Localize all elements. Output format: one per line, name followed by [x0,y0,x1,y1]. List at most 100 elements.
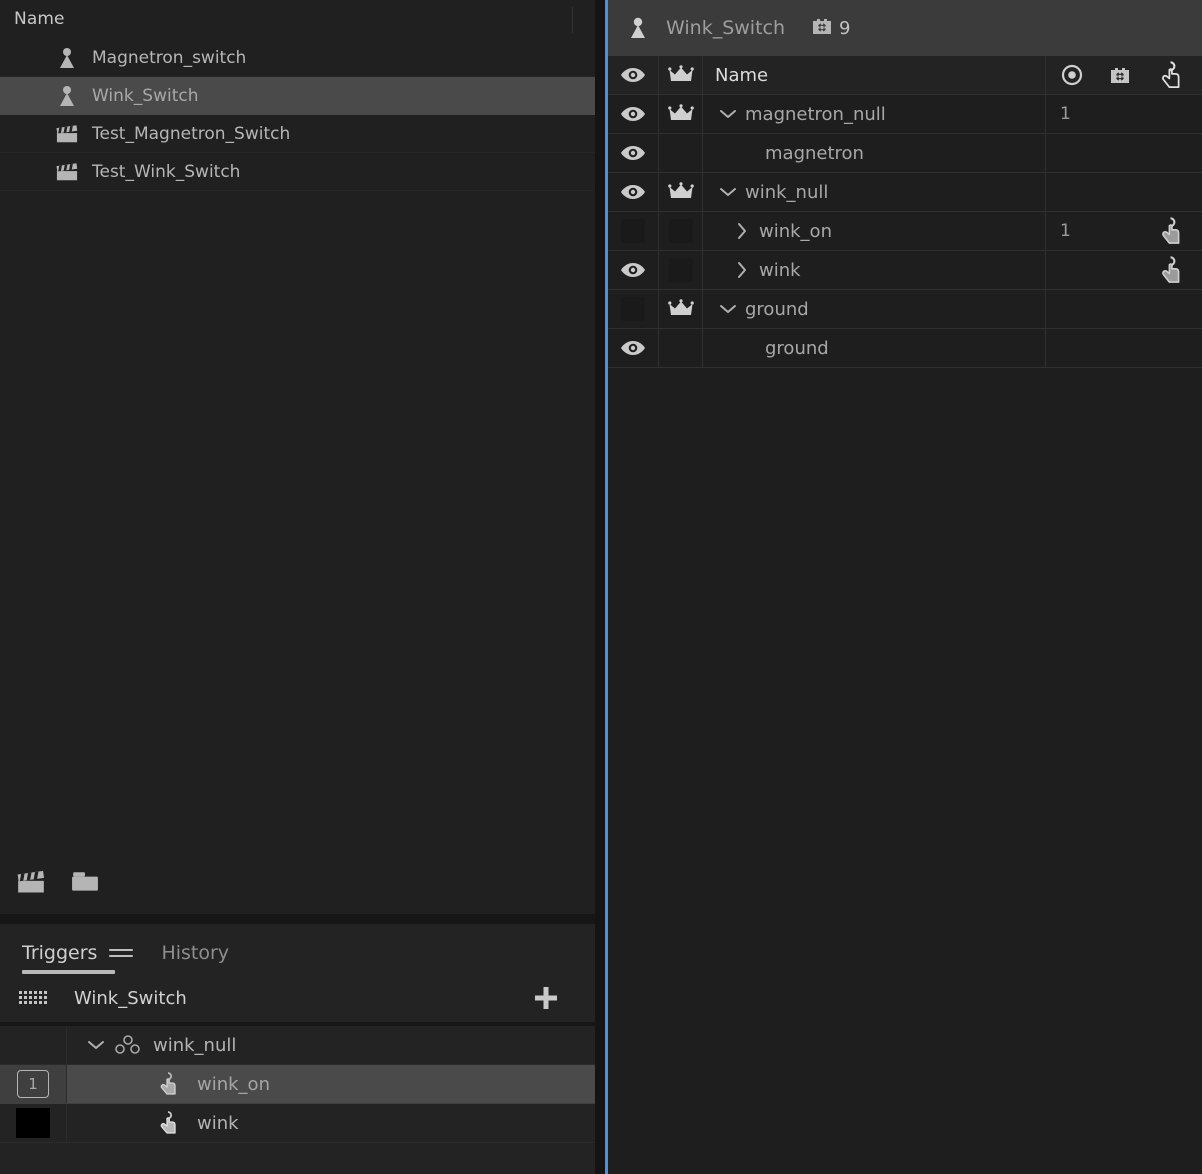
row-visibility-toggle[interactable] [608,95,659,133]
hierarchy-header: Wink_Switch 9 [608,0,1202,56]
visibility-off-box-icon [621,219,645,243]
assets-name-column-header[interactable]: Name [14,9,65,29]
row-name-cell[interactable]: magnetron [703,134,1046,172]
trigger-row-body[interactable]: wink_on [67,1065,595,1104]
list-item[interactable]: Magnetron_switch [0,39,595,77]
row-gear-cell[interactable] [1095,173,1145,211]
row-interaction-cell[interactable] [1145,212,1202,250]
row-name-cell[interactable]: ground [703,329,1046,367]
row-gear-cell[interactable] [1095,290,1145,328]
add-trigger-button[interactable] [533,985,559,1011]
row-interaction-cell[interactable] [1145,173,1202,211]
list-item[interactable]: Test_Wink_Switch [0,153,595,191]
table-row[interactable]: wink_null [608,173,1202,212]
chevron-down-icon[interactable] [715,108,741,120]
row-interaction-cell[interactable] [1145,329,1202,367]
trigger-row-body[interactable]: wink_null [67,1026,595,1064]
row-name-cell[interactable]: wink_on [703,212,1046,250]
trigger-row-label: wink [197,1112,239,1134]
row-name-cell[interactable]: ground [703,290,1046,328]
table-row[interactable]: wink_on 1 [608,212,1202,251]
row-name-cell[interactable]: wink [703,251,1046,289]
row-visibility-toggle[interactable] [608,290,659,328]
table-row[interactable]: ground [608,290,1202,329]
new-folder-button[interactable] [66,865,104,903]
row-visibility-toggle[interactable] [608,329,659,367]
row-visibility-toggle[interactable] [608,251,659,289]
row-target-value: 1 [1060,221,1071,241]
trigger-group-row[interactable]: wink_null [0,1026,595,1066]
chevron-down-icon[interactable] [83,1039,109,1051]
hand-click-icon [1161,61,1179,88]
list-item-label: Test_Wink_Switch [92,161,241,182]
row-gear-cell[interactable] [1095,329,1145,367]
row-target-cell[interactable] [1046,251,1095,289]
column-header-interaction[interactable] [1145,56,1202,94]
row-pin-toggle[interactable] [659,329,703,367]
eye-icon [621,146,645,160]
row-pin-toggle[interactable] [659,212,703,250]
row-visibility-toggle[interactable] [608,173,659,211]
row-gear-cell[interactable] [1095,251,1145,289]
row-target-cell[interactable]: 1 [1046,95,1095,133]
chevron-right-icon[interactable] [729,222,755,240]
row-target-cell[interactable] [1046,173,1095,211]
row-visibility-toggle[interactable] [608,134,659,172]
row-gear-cell[interactable] [1095,212,1145,250]
row-gear-cell[interactable] [1095,134,1145,172]
trigger-row-body[interactable]: wink [67,1104,595,1142]
column-header-pin[interactable] [659,56,703,94]
trigger-index-cell[interactable]: 1 [0,1065,67,1104]
row-pin-toggle[interactable] [659,173,703,211]
row-target-cell[interactable] [1046,134,1095,172]
row-pin-toggle[interactable] [659,95,703,133]
assets-panel-header: Name [0,0,595,39]
list-item[interactable]: Test_Magnetron_Switch [0,115,595,153]
row-interaction-cell[interactable] [1145,134,1202,172]
table-header-row: Name [608,56,1202,95]
column-header-visibility[interactable] [608,56,659,94]
trigger-index-cell[interactable] [0,1104,67,1143]
chevron-down-icon[interactable] [715,186,741,198]
row-target-cell[interactable] [1046,290,1095,328]
row-target-cell[interactable]: 1 [1046,212,1095,250]
column-divider[interactable] [572,7,573,33]
row-pin-toggle[interactable] [659,251,703,289]
app-root: Name Magnetron_switch Wink_Switch Test_M… [0,0,1202,1174]
trigger-row-label: wink_null [153,1034,237,1056]
panel-splitter[interactable] [0,914,595,925]
table-row[interactable]: magnetron [608,134,1202,173]
panel-vertical-splitter[interactable] [595,0,605,1174]
row-pin-toggle[interactable] [659,290,703,328]
row-target-cell[interactable] [1046,329,1095,367]
row-pin-toggle[interactable] [659,134,703,172]
folder-icon [71,870,99,898]
row-interaction-cell[interactable] [1145,95,1202,133]
hand-click-icon [159,1071,183,1097]
chevron-down-icon[interactable] [715,303,741,315]
list-item[interactable]: Wink_Switch [0,77,595,115]
row-gear-cell[interactable] [1095,95,1145,133]
hierarchy-badge[interactable]: 9 [811,15,850,41]
row-visibility-toggle[interactable] [608,212,659,250]
row-interaction-cell[interactable] [1145,251,1202,289]
tab-triggers[interactable]: Triggers [22,942,134,975]
table-row[interactable]: wink [608,251,1202,290]
keyboard-icon[interactable] [18,987,52,1009]
table-row[interactable]: magnetron_null 1 [608,95,1202,134]
chevron-right-icon[interactable] [729,261,755,279]
row-interaction-cell[interactable] [1145,290,1202,328]
column-header-target[interactable] [1046,56,1095,94]
column-header-name[interactable]: Name [703,56,1046,94]
tab-history[interactable]: History [161,942,229,974]
hamburger-menu-icon[interactable] [109,949,134,958]
row-name-cell[interactable]: magnetron_null [703,95,1046,133]
trigger-row[interactable]: 1 wink_on [0,1065,595,1105]
triggers-panel: Triggers History Wink_Switch wink_null 1… [0,924,595,1174]
eye-icon [621,185,645,199]
trigger-row[interactable]: wink [0,1104,595,1144]
table-row[interactable]: ground [608,329,1202,368]
new-scene-button[interactable] [12,865,50,903]
column-header-gear[interactable] [1095,56,1145,94]
row-name-cell[interactable]: wink_null [703,173,1046,211]
